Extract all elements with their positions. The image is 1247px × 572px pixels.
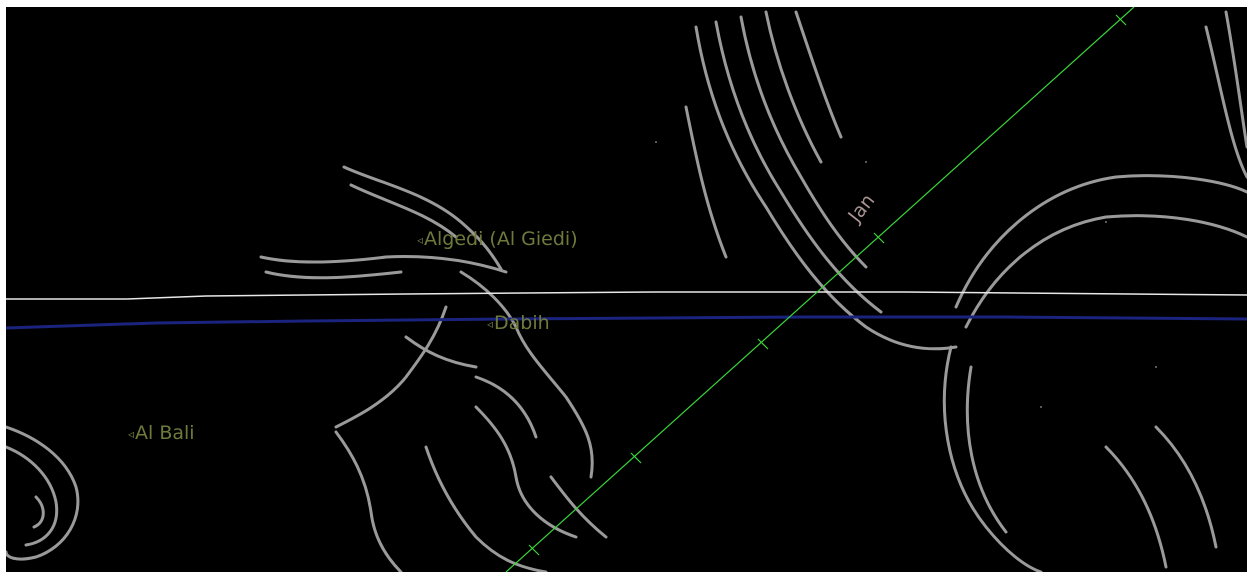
star-name: Al Bali bbox=[135, 422, 195, 444]
sky-canvas[interactable] bbox=[6, 7, 1247, 572]
star-name: Algedi (Al Giedi) bbox=[424, 228, 578, 250]
ecliptic-ticks bbox=[528, 14, 1127, 556]
star-label-dabih[interactable]: ◃Dabih bbox=[487, 314, 550, 333]
background-stars bbox=[655, 141, 1157, 408]
horizon-line bbox=[6, 291, 1247, 300]
celestial-equator-line bbox=[6, 315, 1247, 330]
star-label-al-bali[interactable]: ◃Al Bali bbox=[128, 424, 195, 443]
star-label-algedi[interactable]: ◃Algedi (Al Giedi) bbox=[417, 230, 578, 249]
star-marker-icon: ◃ bbox=[487, 316, 494, 331]
star-marker-icon: ◃ bbox=[128, 426, 135, 441]
star-name: Dabih bbox=[494, 312, 550, 334]
sky-view[interactable]: ◃Algedi (Al Giedi) ◃Dabih ◃Al Bali Jan bbox=[6, 7, 1247, 572]
star-marker-icon: ◃ bbox=[417, 232, 424, 247]
ecliptic-line bbox=[505, 7, 1135, 572]
